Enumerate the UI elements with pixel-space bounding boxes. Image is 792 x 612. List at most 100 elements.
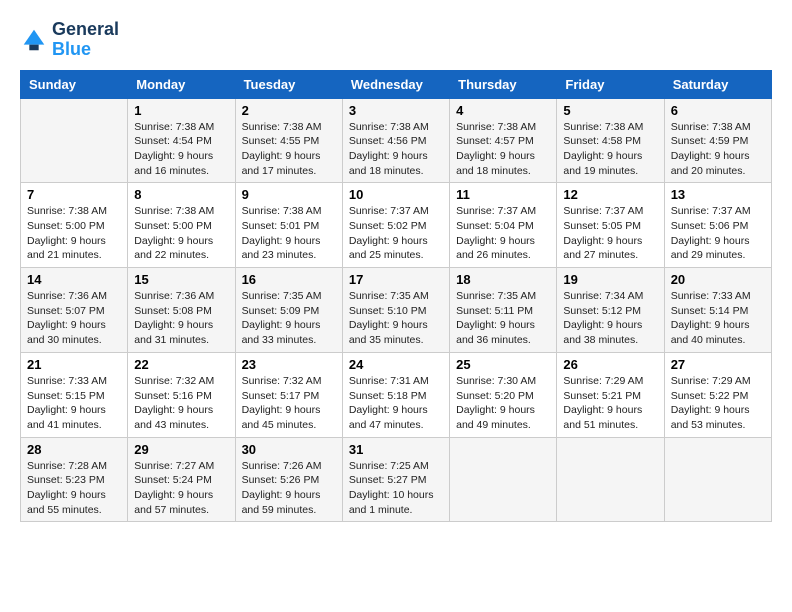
day-number: 7 xyxy=(27,187,121,202)
calendar-cell: 4Sunrise: 7:38 AM Sunset: 4:57 PM Daylig… xyxy=(450,98,557,183)
day-number: 28 xyxy=(27,442,121,457)
calendar-cell: 5Sunrise: 7:38 AM Sunset: 4:58 PM Daylig… xyxy=(557,98,664,183)
day-info: Sunrise: 7:38 AM Sunset: 5:00 PM Dayligh… xyxy=(134,204,228,263)
calendar-week-row: 1 Sunrise: 7:38 AM Sunset: 4:54 PM Daylig… xyxy=(21,98,772,183)
calendar-cell: 24Sunrise: 7:31 AM Sunset: 5:18 PM Dayli… xyxy=(342,352,449,437)
day-info: Sunrise: 7:33 AM Sunset: 5:15 PM Dayligh… xyxy=(27,374,121,433)
calendar-cell: 6 Sunrise: 7:38 AM Sunset: 4:59 PM Daylig… xyxy=(664,98,771,183)
calendar-cell xyxy=(664,437,771,522)
weekday-header-wednesday: Wednesday xyxy=(342,70,449,98)
calendar-cell: 13Sunrise: 7:37 AM Sunset: 5:06 PM Dayli… xyxy=(664,183,771,268)
calendar-cell: 3 Sunrise: 7:38 AM Sunset: 4:56 PM Daylig… xyxy=(342,98,449,183)
day-number: 27 xyxy=(671,357,765,372)
day-number: 17 xyxy=(349,272,443,287)
day-number: 1 xyxy=(134,103,228,118)
calendar-cell: 28 Sunrise: 7:28 AM Sunset: 5:23 PM Dayli… xyxy=(21,437,128,522)
calendar-cell: 16 Sunrise: 7:35 AM Sunset: 5:09 PM Dayli… xyxy=(235,268,342,353)
day-info: Sunrise: 7:29 AM Sunset: 5:22 PM Dayligh… xyxy=(671,374,765,433)
calendar-cell: 21 Sunrise: 7:33 AM Sunset: 5:15 PM Dayli… xyxy=(21,352,128,437)
page-header: General Blue xyxy=(20,20,772,60)
calendar-cell: 19 Sunrise: 7:34 AM Sunset: 5:12 PM Dayli… xyxy=(557,268,664,353)
calendar-cell: 1 Sunrise: 7:38 AM Sunset: 4:54 PM Daylig… xyxy=(128,98,235,183)
day-info: Sunrise: 7:25 AM Sunset: 5:27 PM Dayligh… xyxy=(349,459,443,518)
calendar-week-row: 7 Sunrise: 7:38 AM Sunset: 5:00 PM Daylig… xyxy=(21,183,772,268)
day-info: Sunrise: 7:35 AM Sunset: 5:11 PM Dayligh… xyxy=(456,289,550,348)
day-info: Sunrise: 7:38 AM Sunset: 4:55 PM Dayligh… xyxy=(242,120,336,179)
calendar-cell: 31 Sunrise: 7:25 AM Sunset: 5:27 PM Dayli… xyxy=(342,437,449,522)
calendar-cell: 30 Sunrise: 7:26 AM Sunset: 5:26 PM Dayli… xyxy=(235,437,342,522)
calendar-cell: 2Sunrise: 7:38 AM Sunset: 4:55 PM Daylig… xyxy=(235,98,342,183)
day-number: 31 xyxy=(349,442,443,457)
day-number: 25 xyxy=(456,357,550,372)
weekday-header-saturday: Saturday xyxy=(664,70,771,98)
day-info: Sunrise: 7:34 AM Sunset: 5:12 PM Dayligh… xyxy=(563,289,657,348)
day-number: 29 xyxy=(134,442,228,457)
calendar-table: SundayMondayTuesdayWednesdayThursdayFrid… xyxy=(20,70,772,523)
day-number: 21 xyxy=(27,357,121,372)
day-info: Sunrise: 7:37 AM Sunset: 5:05 PM Dayligh… xyxy=(563,204,657,263)
calendar-week-row: 21 Sunrise: 7:33 AM Sunset: 5:15 PM Dayli… xyxy=(21,352,772,437)
calendar-cell: 17 Sunrise: 7:35 AM Sunset: 5:10 PM Dayli… xyxy=(342,268,449,353)
logo-icon xyxy=(20,26,48,54)
calendar-cell: 23Sunrise: 7:32 AM Sunset: 5:17 PM Dayli… xyxy=(235,352,342,437)
day-info: Sunrise: 7:32 AM Sunset: 5:17 PM Dayligh… xyxy=(242,374,336,433)
day-info: Sunrise: 7:35 AM Sunset: 5:09 PM Dayligh… xyxy=(242,289,336,348)
weekday-header-friday: Friday xyxy=(557,70,664,98)
calendar-cell: 29 Sunrise: 7:27 AM Sunset: 5:24 PM Dayli… xyxy=(128,437,235,522)
weekday-header-thursday: Thursday xyxy=(450,70,557,98)
weekday-header-row: SundayMondayTuesdayWednesdayThursdayFrid… xyxy=(21,70,772,98)
day-number: 9 xyxy=(242,187,336,202)
day-number: 6 xyxy=(671,103,765,118)
day-number: 24 xyxy=(349,357,443,372)
day-number: 16 xyxy=(242,272,336,287)
calendar-cell: 12 Sunrise: 7:37 AM Sunset: 5:05 PM Dayli… xyxy=(557,183,664,268)
calendar-cell: 10 Sunrise: 7:37 AM Sunset: 5:02 PM Dayli… xyxy=(342,183,449,268)
day-info: Sunrise: 7:28 AM Sunset: 5:23 PM Dayligh… xyxy=(27,459,121,518)
calendar-cell: 20 Sunrise: 7:33 AM Sunset: 5:14 PM Dayli… xyxy=(664,268,771,353)
day-info: Sunrise: 7:37 AM Sunset: 5:04 PM Dayligh… xyxy=(456,204,550,263)
day-info: Sunrise: 7:38 AM Sunset: 4:59 PM Dayligh… xyxy=(671,120,765,179)
calendar-cell: 14 Sunrise: 7:36 AM Sunset: 5:07 PM Dayli… xyxy=(21,268,128,353)
day-info: Sunrise: 7:36 AM Sunset: 5:07 PM Dayligh… xyxy=(27,289,121,348)
calendar-cell xyxy=(450,437,557,522)
calendar-cell: 27 Sunrise: 7:29 AM Sunset: 5:22 PM Dayli… xyxy=(664,352,771,437)
day-number: 12 xyxy=(563,187,657,202)
day-info: Sunrise: 7:33 AM Sunset: 5:14 PM Dayligh… xyxy=(671,289,765,348)
day-info: Sunrise: 7:38 AM Sunset: 4:58 PM Dayligh… xyxy=(563,120,657,179)
day-number: 15 xyxy=(134,272,228,287)
day-info: Sunrise: 7:37 AM Sunset: 5:02 PM Dayligh… xyxy=(349,204,443,263)
logo-text: General Blue xyxy=(52,20,119,60)
calendar-cell: 25 Sunrise: 7:30 AM Sunset: 5:20 PM Dayli… xyxy=(450,352,557,437)
calendar-cell: 11Sunrise: 7:37 AM Sunset: 5:04 PM Dayli… xyxy=(450,183,557,268)
day-number: 4 xyxy=(456,103,550,118)
day-number: 20 xyxy=(671,272,765,287)
day-info: Sunrise: 7:38 AM Sunset: 4:56 PM Dayligh… xyxy=(349,120,443,179)
day-info: Sunrise: 7:27 AM Sunset: 5:24 PM Dayligh… xyxy=(134,459,228,518)
calendar-week-row: 14 Sunrise: 7:36 AM Sunset: 5:07 PM Dayli… xyxy=(21,268,772,353)
calendar-cell xyxy=(557,437,664,522)
day-info: Sunrise: 7:38 AM Sunset: 5:00 PM Dayligh… xyxy=(27,204,121,263)
calendar-cell: 22Sunrise: 7:32 AM Sunset: 5:16 PM Dayli… xyxy=(128,352,235,437)
day-info: Sunrise: 7:32 AM Sunset: 5:16 PM Dayligh… xyxy=(134,374,228,433)
day-number: 19 xyxy=(563,272,657,287)
calendar-cell: 26Sunrise: 7:29 AM Sunset: 5:21 PM Dayli… xyxy=(557,352,664,437)
day-number: 30 xyxy=(242,442,336,457)
calendar-cell: 18 Sunrise: 7:35 AM Sunset: 5:11 PM Dayli… xyxy=(450,268,557,353)
day-number: 3 xyxy=(349,103,443,118)
day-info: Sunrise: 7:38 AM Sunset: 4:54 PM Dayligh… xyxy=(134,120,228,179)
day-info: Sunrise: 7:38 AM Sunset: 5:01 PM Dayligh… xyxy=(242,204,336,263)
day-info: Sunrise: 7:35 AM Sunset: 5:10 PM Dayligh… xyxy=(349,289,443,348)
day-info: Sunrise: 7:29 AM Sunset: 5:21 PM Dayligh… xyxy=(563,374,657,433)
day-number: 13 xyxy=(671,187,765,202)
calendar-cell xyxy=(21,98,128,183)
day-number: 10 xyxy=(349,187,443,202)
day-info: Sunrise: 7:26 AM Sunset: 5:26 PM Dayligh… xyxy=(242,459,336,518)
calendar-cell: 9 Sunrise: 7:38 AM Sunset: 5:01 PM Daylig… xyxy=(235,183,342,268)
weekday-header-tuesday: Tuesday xyxy=(235,70,342,98)
calendar-cell: 15Sunrise: 7:36 AM Sunset: 5:08 PM Dayli… xyxy=(128,268,235,353)
calendar-cell: 8 Sunrise: 7:38 AM Sunset: 5:00 PM Daylig… xyxy=(128,183,235,268)
day-number: 14 xyxy=(27,272,121,287)
day-number: 18 xyxy=(456,272,550,287)
day-info: Sunrise: 7:30 AM Sunset: 5:20 PM Dayligh… xyxy=(456,374,550,433)
day-number: 8 xyxy=(134,187,228,202)
